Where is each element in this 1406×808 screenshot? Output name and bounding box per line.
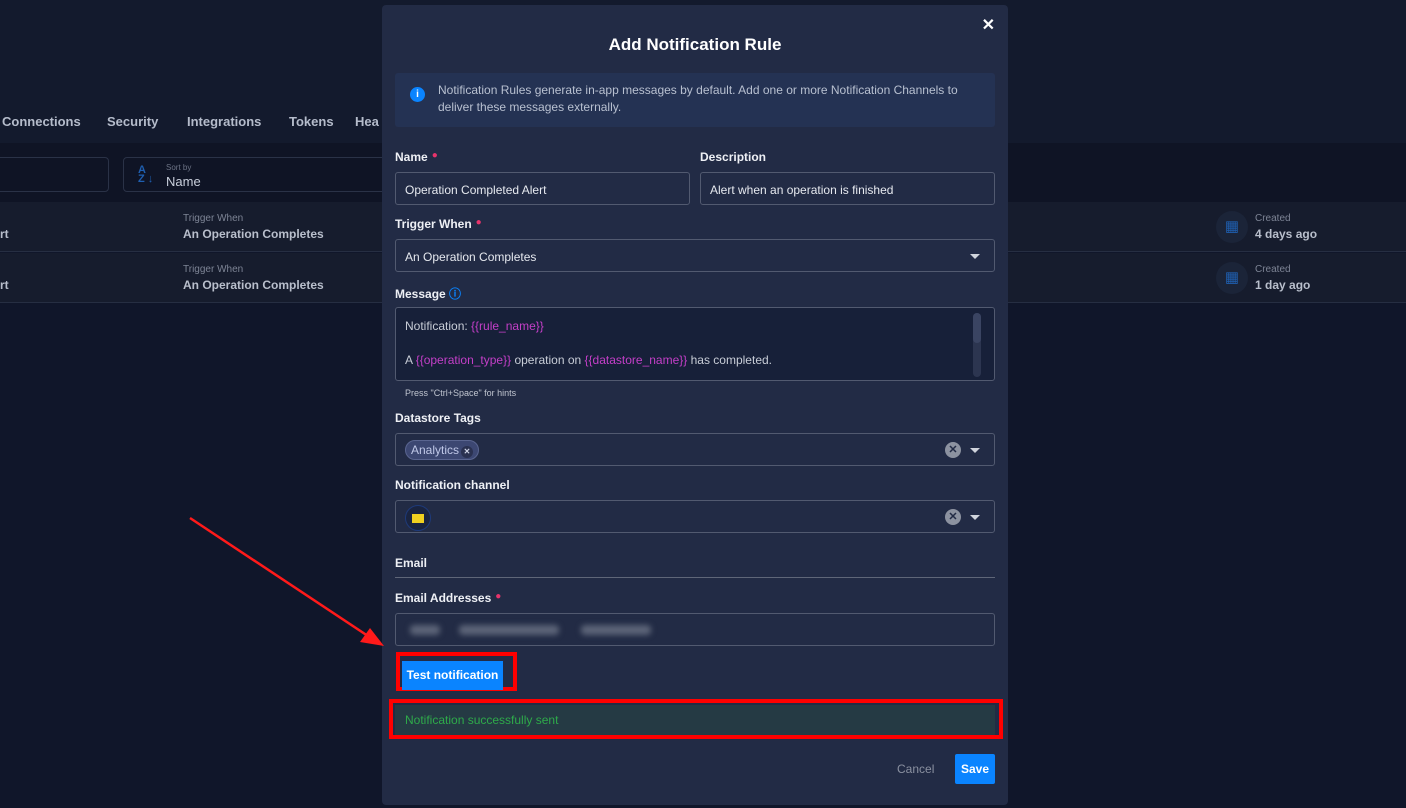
sort-az-icon: AZ ↓: [138, 164, 154, 185]
sort-value: Name: [166, 174, 201, 189]
cancel-button[interactable]: Cancel: [897, 762, 934, 776]
description-input[interactable]: Alert when an operation is finished: [700, 172, 995, 205]
trigger-value: An Operation Completes: [183, 278, 324, 292]
search-input[interactable]: [0, 157, 109, 192]
info-text: Notification Rules generate in-app messa…: [438, 83, 958, 114]
notification-channel-select[interactable]: ✕: [395, 500, 995, 533]
add-notification-rule-dialog: ✕ Add Notification Rule i Notification R…: [382, 5, 1008, 805]
rule-name: rt: [0, 227, 9, 241]
datastore-tags-label: Datastore Tags: [395, 411, 481, 425]
divider: [395, 577, 995, 578]
trigger-label: Trigger When ●: [395, 217, 482, 231]
rule-name: rt: [0, 278, 9, 292]
created-label: Created: [1255, 213, 1291, 224]
trigger-label: Trigger When: [183, 213, 244, 224]
mail-icon: [405, 505, 431, 531]
name-label: Name ●: [395, 150, 438, 164]
calendar-icon: ▦: [1216, 211, 1248, 243]
chevron-down-icon[interactable]: [970, 448, 980, 453]
created-value: 4 days ago: [1255, 227, 1318, 241]
email-addresses-input[interactable]: [395, 613, 995, 646]
info-banner: i Notification Rules generate in-app mes…: [395, 73, 995, 127]
help-icon[interactable]: ⓘ: [449, 287, 461, 301]
calendar-icon: ▦: [1216, 262, 1248, 294]
message-editor[interactable]: Notification: {{rule_name}} A {{operatio…: [395, 307, 995, 381]
test-notification-button[interactable]: Test notification: [402, 661, 503, 690]
tab-connections[interactable]: Connections: [2, 114, 81, 129]
description-label: Description: [700, 150, 767, 164]
datastore-tags-select[interactable]: Analytics ✕ ✕: [395, 433, 995, 466]
chevron-down-icon[interactable]: [970, 515, 980, 520]
name-input[interactable]: Operation Completed Alert: [395, 172, 690, 205]
notification-channel-label: Notification channel: [395, 478, 510, 492]
trigger-select[interactable]: An Operation Completes: [395, 239, 995, 272]
email-section-title: Email: [395, 556, 428, 570]
tab-integrations[interactable]: Integrations: [187, 114, 261, 129]
sort-label: Sort by: [166, 163, 192, 172]
chevron-down-icon: [970, 254, 980, 259]
info-icon: i: [410, 87, 425, 102]
email-addresses-label: Email Addresses ●: [395, 591, 502, 605]
remove-tag-icon[interactable]: ✕: [461, 446, 474, 458]
created-label: Created: [1255, 264, 1291, 275]
tab-tokens[interactable]: Tokens: [289, 114, 334, 129]
message-label: Message ⓘ: [395, 287, 462, 301]
close-icon[interactable]: ✕: [982, 15, 995, 35]
highlight-box: [389, 699, 1003, 739]
created-value: 1 day ago: [1255, 278, 1311, 292]
clear-icon[interactable]: ✕: [945, 509, 961, 525]
sort-select[interactable]: AZ ↓ Sort by Name: [123, 157, 393, 192]
settings-tabs: Connections Security Integrations Tokens…: [0, 114, 380, 132]
save-button[interactable]: Save: [955, 754, 995, 784]
clear-icon[interactable]: ✕: [945, 442, 961, 458]
dialog-title: Add Notification Rule: [608, 35, 782, 54]
tab-security[interactable]: Security: [107, 114, 158, 129]
trigger-value: An Operation Completes: [183, 227, 324, 241]
tab-health[interactable]: Hea: [355, 114, 379, 129]
scrollbar[interactable]: [973, 313, 981, 377]
hint-text: Press "Ctrl+Space" for hints: [405, 388, 517, 398]
tag-chip: Analytics ✕: [405, 440, 480, 460]
trigger-label: Trigger When: [183, 264, 244, 275]
